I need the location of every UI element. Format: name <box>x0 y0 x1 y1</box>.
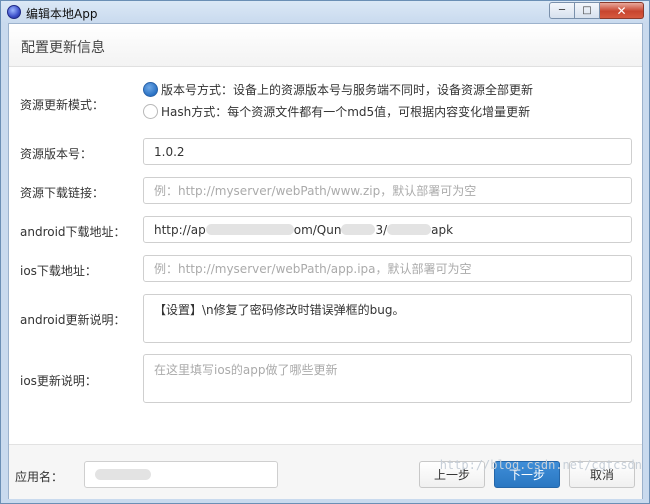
resource-version-label: 资源版本号： <box>20 147 93 161</box>
android-url-part: om/Qun <box>293 222 342 237</box>
dialog-content: 配置更新信息 资源更新模式： 版本号方式：设备上的资源版本号与服务端不同时，设备… <box>8 23 643 499</box>
radio-hash-mode-label: Hash方式：每个资源文件都有一个md5值，可根据内容变化增量更新 <box>161 105 531 119</box>
maximize-icon: □ <box>582 4 592 16</box>
android-url-part: http://ap <box>154 222 206 237</box>
radio-unselected-icon[interactable] <box>143 104 158 119</box>
resource-version-input[interactable] <box>143 138 632 165</box>
title-bar[interactable]: 编辑本地App ─ □ ✕ <box>1 1 649 23</box>
resource-url-label: 资源下载链接： <box>20 186 105 200</box>
ios-url-input[interactable] <box>143 255 632 282</box>
ios-notes-label: ios更新说明： <box>20 374 97 388</box>
minimize-button[interactable]: ─ <box>549 2 575 19</box>
minimize-icon: ─ <box>558 4 566 16</box>
redacted-segment <box>387 224 432 235</box>
page-title: 配置更新信息 <box>21 40 105 56</box>
update-mode-label: 资源更新模式： <box>20 98 105 112</box>
radio-version-mode-label: 版本号方式：设备上的资源版本号与服务端不同时，设备资源全部更新 <box>161 83 534 97</box>
radio-hash-mode[interactable]: Hash方式：每个资源文件都有一个md5值，可根据内容变化增量更新 <box>143 103 530 120</box>
resource-url-input[interactable] <box>143 177 632 204</box>
android-url-part: 3/ <box>375 222 388 237</box>
android-url-input[interactable]: http://ap om/Qun 3/apk <box>143 216 632 243</box>
redacted-segment <box>205 224 294 235</box>
maximize-button[interactable]: □ <box>575 2 600 19</box>
close-icon: ✕ <box>616 3 627 18</box>
app-window: 编辑本地App ─ □ ✕ 配置更新信息 资源更新模式： 版本号方式：设备上的资… <box>0 0 650 504</box>
close-button[interactable]: ✕ <box>600 2 644 19</box>
app-name-label: 应用名： <box>15 470 64 484</box>
ios-url-label: ios下载地址： <box>20 264 97 278</box>
watermark: http://blog.csdn.net/cgtcsdn <box>439 458 642 472</box>
window-controls: ─ □ ✕ <box>549 2 644 19</box>
android-url-part: apk <box>431 222 454 237</box>
redacted-segment <box>95 469 151 480</box>
android-notes-textarea[interactable]: 【设置】\n修复了密码修改时错误弹框的bug。 <box>143 294 632 343</box>
dialog-header: 配置更新信息 <box>9 24 642 67</box>
ios-notes-textarea[interactable] <box>143 354 632 403</box>
android-url-label: android下载地址： <box>20 225 126 239</box>
window-title: 编辑本地App <box>26 7 98 21</box>
radio-selected-icon[interactable] <box>143 82 158 97</box>
app-name-input[interactable] <box>84 461 278 488</box>
radio-version-mode[interactable]: 版本号方式：设备上的资源版本号与服务端不同时，设备资源全部更新 <box>143 81 533 98</box>
redacted-segment <box>341 224 376 235</box>
app-logo-icon <box>7 5 21 19</box>
android-notes-label: android更新说明： <box>20 313 126 327</box>
